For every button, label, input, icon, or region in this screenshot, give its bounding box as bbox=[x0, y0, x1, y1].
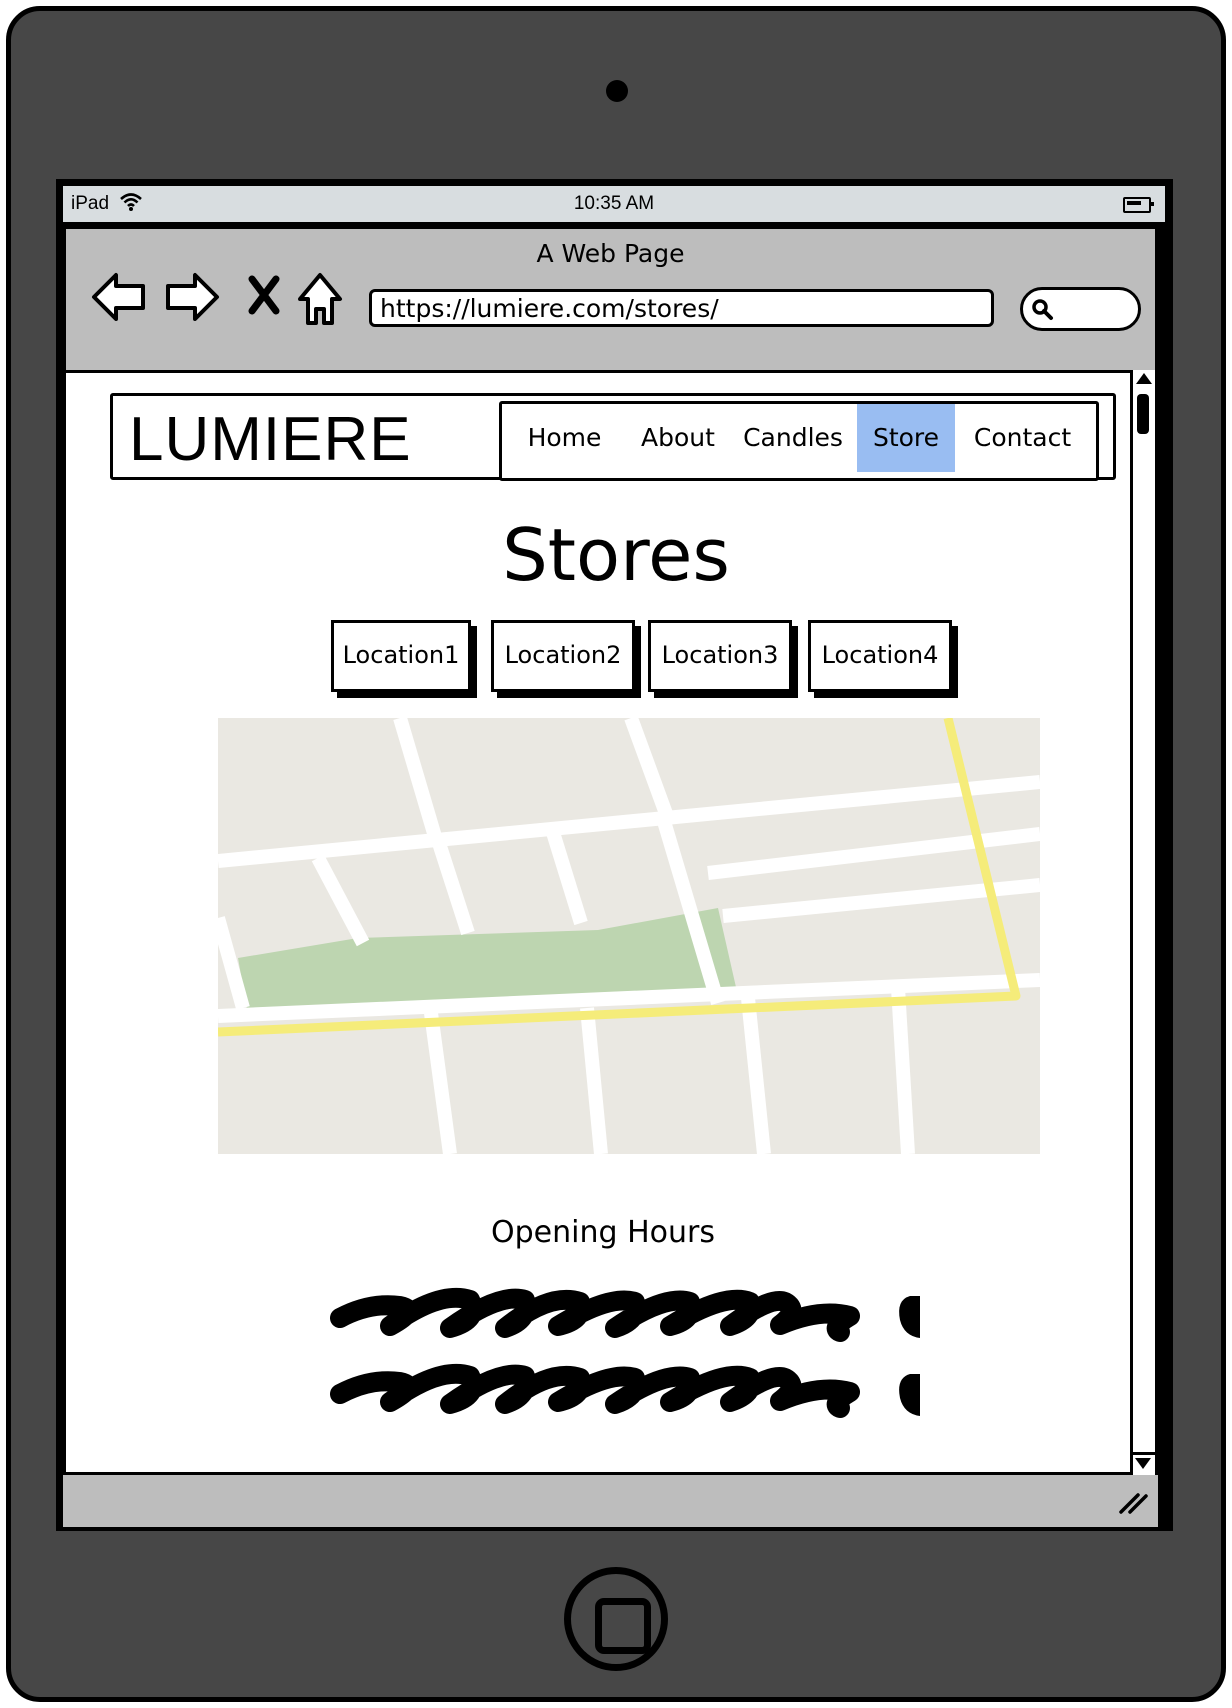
browser-bottom-bar bbox=[63, 1475, 1158, 1527]
scroll-thumb[interactable] bbox=[1137, 394, 1149, 434]
camera-icon bbox=[606, 80, 628, 102]
nav-item-contact[interactable]: Contact bbox=[955, 404, 1090, 472]
forward-arrow-icon[interactable] bbox=[163, 269, 221, 325]
location-button-4[interactable]: Location4 bbox=[808, 620, 952, 692]
nav-item-home[interactable]: Home bbox=[502, 404, 627, 472]
battery-icon bbox=[1123, 197, 1154, 213]
redacted-hours-scribble bbox=[330, 1287, 920, 1418]
site-logo[interactable]: LUMIERE bbox=[129, 404, 412, 475]
scroll-up-icon[interactable] bbox=[1136, 373, 1152, 384]
location-button-2[interactable]: Location2 bbox=[491, 620, 635, 692]
status-bar: iPad 10:35 AM bbox=[63, 186, 1165, 222]
back-arrow-icon[interactable] bbox=[90, 269, 148, 325]
home-icon[interactable] bbox=[296, 271, 344, 327]
browser-search-field[interactable] bbox=[1020, 287, 1141, 331]
nav-item-candles[interactable]: Candles bbox=[729, 404, 857, 472]
nav-item-about[interactable]: About bbox=[627, 404, 729, 472]
store-map[interactable] bbox=[218, 718, 1040, 1154]
page-title: Stores bbox=[502, 513, 730, 597]
opening-hours-title: Opening Hours bbox=[491, 1215, 715, 1250]
status-time: 10:35 AM bbox=[573, 193, 655, 214]
resize-grip-icon[interactable] bbox=[1118, 1489, 1148, 1515]
main-nav: Home About Candles Store Contact bbox=[499, 401, 1099, 481]
scroll-down-icon[interactable] bbox=[1135, 1458, 1151, 1469]
search-icon bbox=[1032, 299, 1053, 320]
close-icon[interactable] bbox=[246, 275, 282, 315]
site-header: LUMIERE Home About Candles Store Contact bbox=[110, 393, 1116, 481]
home-button[interactable] bbox=[564, 1567, 668, 1671]
url-field[interactable]: https://lumiere.com/stores/ bbox=[369, 289, 994, 327]
location-button-1[interactable]: Location1 bbox=[331, 620, 471, 692]
browser-title: A Web Page bbox=[536, 239, 685, 268]
nav-item-store[interactable]: Store bbox=[857, 404, 955, 472]
location-button-3[interactable]: Location3 bbox=[648, 620, 792, 692]
map-graphic bbox=[218, 718, 1040, 1154]
